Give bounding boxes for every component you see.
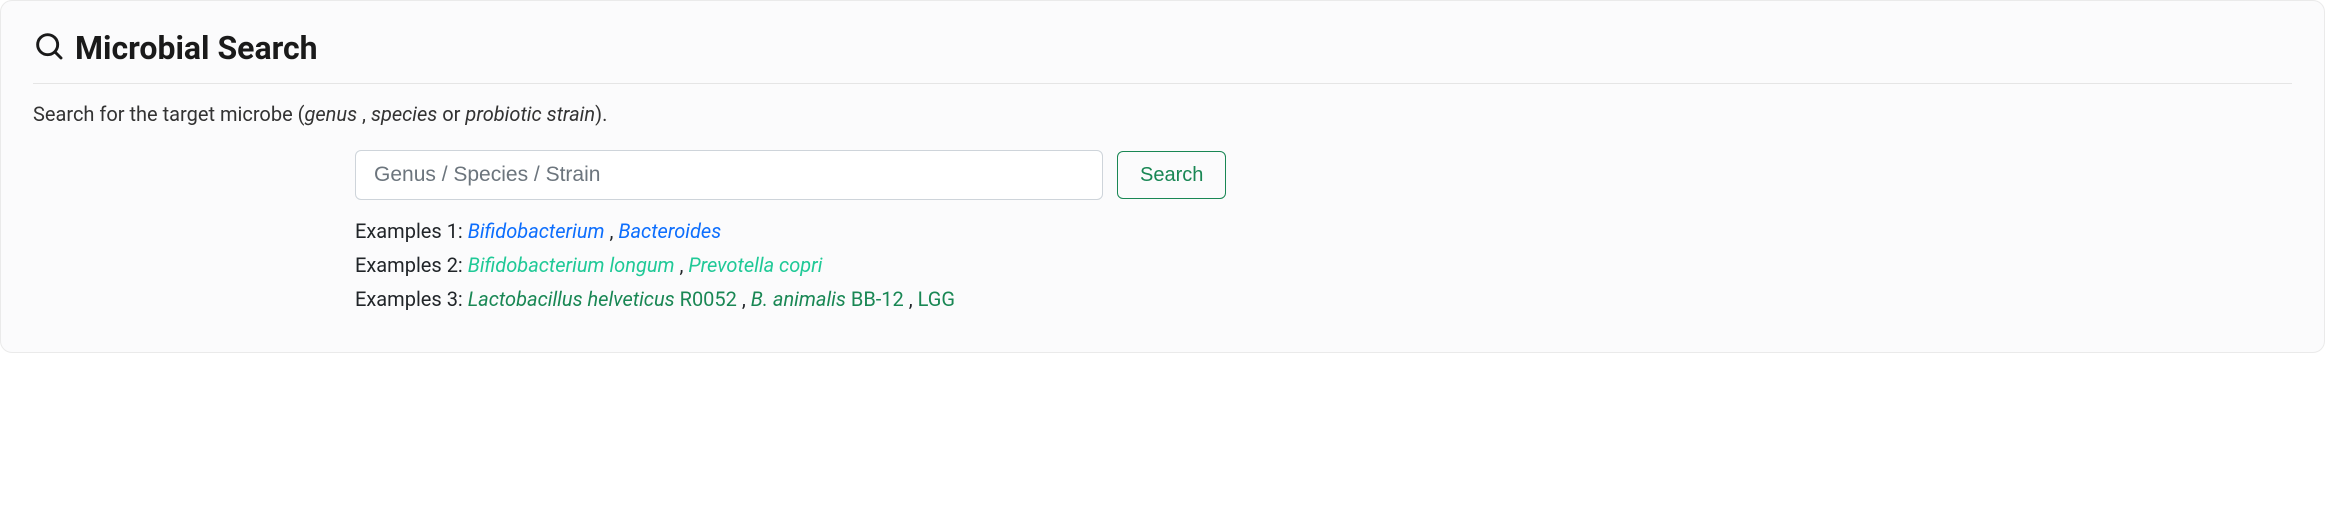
example-link-rest: R0052 (675, 287, 737, 311)
search-row: Search (355, 150, 2292, 200)
examples-row-1: Examples 1: Bifidobacterium , Bacteroide… (355, 214, 2292, 248)
desc-sep1: , (357, 102, 371, 126)
search-button[interactable]: Search (1117, 151, 1226, 199)
example-link-italic: B. animalis (751, 287, 846, 311)
example-sep: , (737, 287, 751, 311)
example-label-2: Examples 2: (355, 253, 468, 277)
example-label-3: Examples 3: (355, 287, 468, 311)
search-input[interactable] (355, 150, 1103, 200)
example-label-1: Examples 1: (355, 219, 468, 243)
desc-sep2: or (437, 102, 465, 126)
example-sep: , (904, 287, 918, 311)
desc-term-species: species (371, 102, 437, 126)
desc-prefix: Search for the target microbe ( (33, 102, 304, 126)
desc-term-genus: genus (304, 102, 357, 126)
example-link-lgg[interactable]: LGG (918, 287, 955, 311)
example-link-lactobacillus-helveticus-r0052[interactable]: Lactobacillus helveticus R0052 (468, 287, 737, 311)
card-title: Microbial Search (75, 29, 318, 67)
card-header: Microbial Search (33, 29, 2292, 84)
desc-suffix: ). (595, 102, 607, 126)
example-link-italic: Lactobacillus helveticus (468, 287, 675, 311)
example-link-prevotella-copri[interactable]: Prevotella copri (688, 253, 822, 277)
search-area: Search Examples 1: Bifidobacterium , Bac… (355, 150, 2292, 316)
example-link-rest: BB-12 (846, 287, 904, 311)
search-card: Microbial Search Search for the target m… (0, 0, 2325, 353)
search-icon (33, 30, 75, 66)
example-link-bifidobacterium[interactable]: Bifidobacterium (468, 219, 605, 243)
example-sep: , (675, 253, 689, 277)
example-sep: , (605, 219, 619, 243)
search-description: Search for the target microbe (genus , s… (33, 102, 2292, 126)
examples-row-2: Examples 2: Bifidobacterium longum , Pre… (355, 248, 2292, 282)
desc-term-strain: probiotic strain (465, 102, 595, 126)
example-link-bifidobacterium-longum[interactable]: Bifidobacterium longum (468, 253, 675, 277)
example-link-bacteroides[interactable]: Bacteroides (618, 219, 721, 243)
example-link-b-animalis-bb12[interactable]: B. animalis BB-12 (751, 287, 904, 311)
examples-row-3: Examples 3: Lactobacillus helveticus R00… (355, 282, 2292, 316)
